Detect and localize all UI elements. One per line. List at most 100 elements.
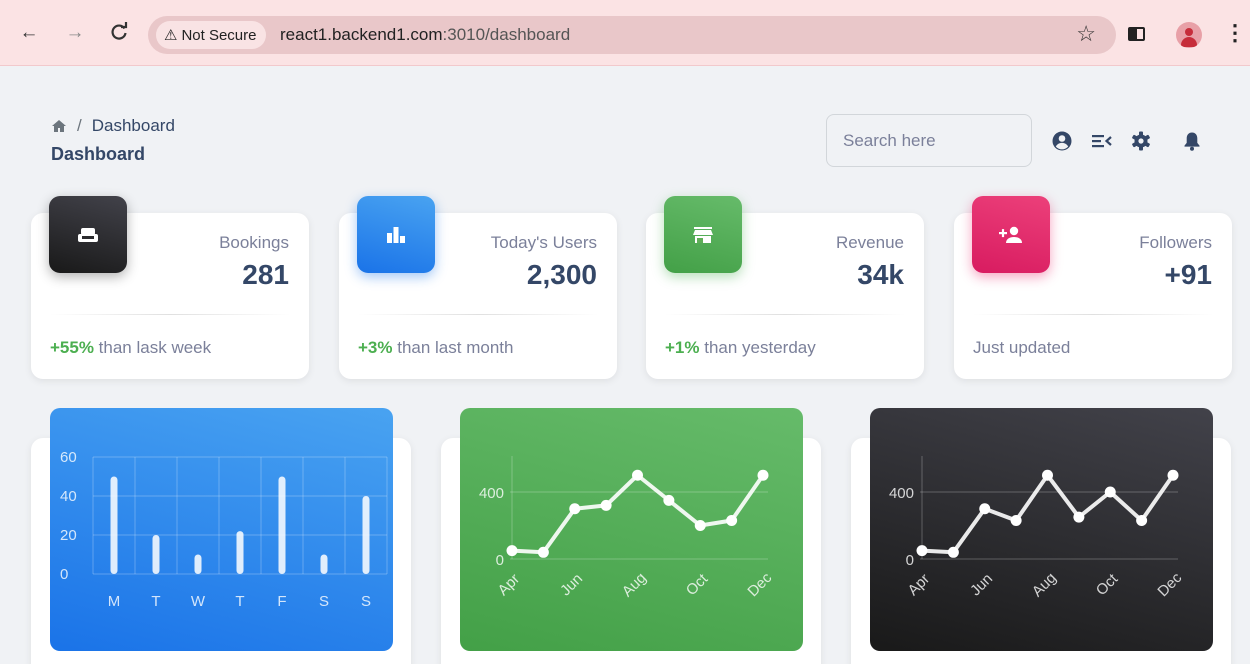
divider <box>357 314 599 315</box>
divider <box>972 314 1214 315</box>
y-tick-label: 40 <box>60 488 77 505</box>
data-point <box>1104 486 1116 498</box>
search-input[interactable] <box>826 114 1032 167</box>
stat-value: 281 <box>242 259 289 290</box>
bookmark-star-icon[interactable]: ☆ <box>1076 22 1096 46</box>
sidenav-toggle-icon[interactable] <box>1091 130 1113 152</box>
data-point <box>1010 514 1022 526</box>
data-point <box>1167 469 1179 481</box>
stat-value: 2,300 <box>526 259 597 290</box>
browser-toolbar: ← → ⚠ Not Secure react1.backend1.com:301… <box>0 0 1250 66</box>
stat-label: Followers <box>1139 233 1212 252</box>
stat-label: Today's Users <box>490 233 597 252</box>
line-chart-green: 0 400 Apr Jun Aug Oct Dec <box>479 456 776 600</box>
stat-value: +91 <box>1164 259 1213 290</box>
security-indicator[interactable]: ⚠ Not Secure <box>156 21 266 49</box>
x-tick-label: S <box>319 593 329 610</box>
bar-chart-panel: 0 20 40 60 M T W T F S S <box>50 408 393 651</box>
data-point <box>916 545 928 557</box>
data-point <box>600 499 612 511</box>
x-tick-label: Jun <box>557 570 586 599</box>
y-tick-label: 0 <box>496 552 504 569</box>
url-host: react1.backend1.com <box>280 25 443 44</box>
bar <box>152 535 160 574</box>
line-chart-dark: 0 400 Apr Jun Aug Oct Dec <box>889 456 1186 600</box>
x-tick-label: Oct <box>683 570 712 599</box>
stat-value: 34k <box>857 259 904 290</box>
url-path: :3010/dashboard <box>442 25 571 44</box>
browser-menu-icon[interactable]: ⋮ <box>1224 21 1246 45</box>
data-point <box>537 546 549 558</box>
data-point <box>663 494 675 506</box>
breadcrumb: / Dashboard <box>51 116 175 136</box>
stat-card-todays-users: Today's Users 2,300 +3% than last month <box>339 196 617 379</box>
data-point <box>569 503 581 515</box>
bar <box>362 496 370 574</box>
page-title: Dashboard <box>51 144 146 164</box>
stat-label: Revenue <box>835 233 904 252</box>
stat-card-followers: Followers +91 Just updated <box>954 196 1232 379</box>
data-point <box>632 469 643 481</box>
stat-card-revenue: Revenue 34k +1% than yesterday <box>646 196 924 379</box>
x-tick-label: Dec <box>1154 569 1185 600</box>
divider <box>49 314 291 315</box>
notifications-icon[interactable] <box>1181 130 1203 152</box>
profile-avatar-icon[interactable] <box>1176 22 1202 48</box>
url-text[interactable]: react1.backend1.com:3010/dashboard <box>280 25 570 45</box>
x-tick-label: Apr <box>905 571 934 600</box>
x-tick-label: W <box>191 593 206 610</box>
y-tick-label: 400 <box>889 485 914 502</box>
bar <box>236 531 244 574</box>
store-icon <box>664 196 742 273</box>
reload-icon[interactable] <box>108 22 130 44</box>
bar-chart: 0 20 40 60 M T W T F S S <box>60 449 388 610</box>
bar <box>278 476 286 574</box>
forward-arrow-icon[interactable]: → <box>64 22 86 44</box>
bar <box>110 476 118 574</box>
data-point <box>694 520 706 531</box>
y-tick-label: 20 <box>60 527 77 544</box>
stat-footer: Just updated <box>973 338 1071 357</box>
stat-card-bookings: Bookings 281 +55% than lask week <box>31 196 309 379</box>
y-tick-label: 0 <box>60 566 68 583</box>
data-point <box>1042 469 1053 481</box>
y-tick-label: 400 <box>479 485 504 502</box>
y-tick-label: 0 <box>906 552 914 569</box>
series-line <box>921 473 1175 555</box>
bar <box>320 554 328 574</box>
x-tick-label: Aug <box>1029 569 1060 600</box>
person-add-icon <box>972 196 1050 273</box>
x-tick-label: T <box>235 593 244 610</box>
back-arrow-icon[interactable]: ← <box>18 22 40 44</box>
line-chart-panel-dark: 0 400 Apr Jun Aug Oct Dec <box>870 408 1213 651</box>
data-point <box>757 469 769 481</box>
line-chart-panel-green: 0 400 Apr Jun Aug Oct Dec <box>460 408 803 651</box>
data-point <box>1136 514 1148 526</box>
home-icon[interactable] <box>51 119 67 133</box>
x-tick-label: M <box>108 593 121 610</box>
x-tick-label: T <box>151 593 160 610</box>
data-point <box>947 546 959 558</box>
data-point <box>506 545 518 557</box>
series-line <box>511 473 765 555</box>
x-tick-label: Aug <box>619 569 650 600</box>
data-point <box>726 514 738 526</box>
warning-icon: ⚠ <box>164 27 178 44</box>
y-tick-label: 60 <box>60 449 77 466</box>
x-tick-label: Apr <box>495 571 524 600</box>
data-point <box>1073 511 1085 523</box>
bar <box>194 554 202 574</box>
data-point <box>979 503 991 515</box>
x-tick-label: Dec <box>744 569 775 600</box>
x-tick-label: S <box>361 593 371 610</box>
account-icon[interactable] <box>1051 130 1073 152</box>
weekend-icon <box>49 196 127 273</box>
leaderboard-icon <box>357 196 435 273</box>
x-tick-label: Oct <box>1093 570 1122 599</box>
stat-footer: +55% than lask week <box>50 338 212 357</box>
stat-footer: +1% than yesterday <box>665 338 816 357</box>
settings-icon[interactable] <box>1130 130 1152 152</box>
divider <box>664 314 906 315</box>
side-panel-icon[interactable] <box>1128 27 1145 41</box>
address-bar[interactable]: ⚠ Not Secure react1.backend1.com:3010/da… <box>148 16 1116 54</box>
